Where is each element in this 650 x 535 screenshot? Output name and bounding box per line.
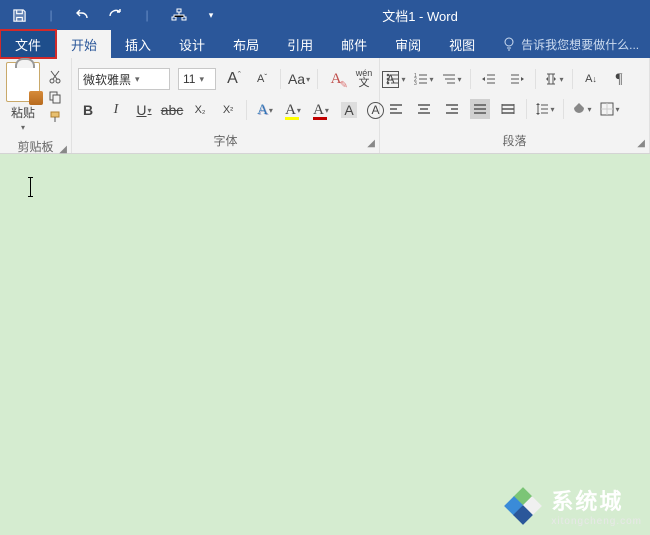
shading-icon[interactable]: ▾: [572, 99, 592, 119]
group-clipboard: 粘贴 ▾ 剪贴板 ◢: [0, 58, 72, 153]
separator: [535, 69, 536, 89]
separator: [246, 100, 247, 120]
font-name-combo[interactable]: 微软雅黑 ▾: [78, 68, 170, 90]
qat-customize-icon[interactable]: ▾: [202, 6, 220, 24]
tell-me-search[interactable]: 告诉我您想要做什么...: [489, 30, 639, 58]
ribbon: 粘贴 ▾ 剪贴板 ◢ 微软雅黑 ▾ 11 ▾ Aˆ: [0, 58, 650, 154]
copy-icon[interactable]: [46, 90, 64, 104]
tell-me-placeholder: 告诉我您想要做什么...: [521, 36, 639, 53]
document-canvas[interactable]: [0, 154, 650, 535]
text-effects-icon[interactable]: A▾: [255, 100, 275, 120]
increase-font-icon[interactable]: Aˆ: [224, 69, 244, 89]
font-size-value: 11: [183, 72, 195, 86]
clipboard-icon: [6, 62, 40, 102]
separator: [317, 69, 318, 89]
tab-mailings[interactable]: 邮件: [327, 30, 381, 58]
watermark-url: xitongcheng.com: [551, 516, 642, 527]
decrease-font-icon[interactable]: Aˇ: [252, 69, 272, 89]
separator: [563, 99, 564, 119]
title-bar: | | ▾ 文档1 - Word: [0, 0, 650, 30]
tab-file[interactable]: 文件: [0, 29, 57, 59]
increase-indent-icon[interactable]: [507, 69, 527, 89]
text-direction-icon[interactable]: ▾: [544, 69, 564, 89]
qat-separator: |: [138, 6, 156, 24]
borders-icon[interactable]: ▾: [600, 99, 620, 119]
group-font: 微软雅黑 ▾ 11 ▾ Aˆ Aˇ Aa▾ A✎ wén文 A B I U▾ abc…: [72, 58, 380, 153]
decrease-indent-icon[interactable]: [479, 69, 499, 89]
align-justify-icon[interactable]: [470, 99, 490, 119]
align-right-icon[interactable]: [442, 99, 462, 119]
multilevel-list-icon[interactable]: ▾: [442, 69, 462, 89]
superscript-icon[interactable]: X: [218, 100, 238, 120]
separator: [526, 99, 527, 119]
separator: [470, 69, 471, 89]
clear-formatting-icon[interactable]: A✎: [326, 69, 346, 89]
font-color-icon[interactable]: A▾: [311, 100, 331, 120]
font-size-combo[interactable]: 11 ▾: [178, 68, 216, 90]
sort-icon[interactable]: A↓: [581, 69, 601, 89]
bold-icon[interactable]: B: [78, 100, 98, 120]
paste-label: 粘贴: [11, 104, 35, 121]
watermark: 系统城 xitongcheng.com: [503, 484, 642, 527]
quick-access-toolbar: | | ▾: [0, 6, 230, 24]
dialog-launcher-icon[interactable]: ◢: [367, 138, 375, 149]
redo-icon[interactable]: [106, 6, 124, 24]
tab-view[interactable]: 视图: [435, 30, 489, 58]
window-title: 文档1 - Word: [230, 6, 650, 25]
line-spacing-icon[interactable]: ▾: [535, 99, 555, 119]
dialog-launcher-icon[interactable]: ◢: [637, 138, 645, 149]
subscript-icon[interactable]: X: [190, 100, 210, 120]
separator: [280, 69, 281, 89]
strikethrough-icon[interactable]: abc: [162, 100, 182, 120]
align-distribute-icon[interactable]: [498, 99, 518, 119]
cut-icon[interactable]: [46, 70, 64, 84]
tab-review[interactable]: 审阅: [381, 30, 435, 58]
save-icon[interactable]: [10, 6, 28, 24]
font-name-value: 微软雅黑: [83, 71, 131, 88]
group-label-paragraph: 段落 ◢: [380, 130, 649, 153]
highlight-icon[interactable]: A▾: [283, 100, 303, 120]
tab-layout[interactable]: 布局: [219, 30, 273, 58]
separator: [572, 69, 573, 89]
group-label-font: 字体 ◢: [72, 130, 379, 153]
format-painter-icon[interactable]: [46, 110, 64, 124]
svg-text:3: 3: [414, 81, 417, 85]
italic-icon[interactable]: I: [106, 100, 126, 120]
phonetic-guide-icon[interactable]: wén文: [354, 69, 374, 89]
lightbulb-icon: [503, 37, 515, 51]
group-paragraph: ▾ 123▾ ▾ ▾ A↓ ¶ ▾ ▾: [380, 58, 650, 153]
align-center-icon[interactable]: [414, 99, 434, 119]
show-marks-icon[interactable]: ¶: [609, 69, 629, 89]
chevron-down-icon: ▾: [21, 123, 25, 132]
tab-references[interactable]: 引用: [273, 30, 327, 58]
org-chart-icon[interactable]: [170, 6, 188, 24]
watermark-logo-icon: [503, 486, 543, 526]
bullets-icon[interactable]: ▾: [386, 69, 406, 89]
enclose-char-icon[interactable]: A: [367, 102, 384, 119]
tab-insert[interactable]: 插入: [111, 30, 165, 58]
underline-icon[interactable]: U▾: [134, 100, 154, 120]
watermark-title: 系统城: [551, 484, 642, 516]
change-case-icon[interactable]: Aa▾: [289, 69, 309, 89]
tab-design[interactable]: 设计: [165, 30, 219, 58]
tab-home[interactable]: 开始: [57, 30, 111, 58]
paste-button[interactable]: 粘贴 ▾: [6, 62, 40, 132]
text-cursor: [30, 178, 31, 196]
qat-separator: |: [42, 6, 60, 24]
char-shading-icon[interactable]: A: [339, 100, 359, 120]
ribbon-tabs: 文件 开始 插入 设计 布局 引用 邮件 审阅 视图 告诉我您想要做什么...: [0, 30, 650, 58]
numbering-icon[interactable]: 123▾: [414, 69, 434, 89]
chevron-down-icon: ▾: [199, 74, 204, 85]
chevron-down-icon: ▾: [135, 74, 140, 85]
undo-icon[interactable]: [74, 6, 92, 24]
align-left-icon[interactable]: [386, 99, 406, 119]
